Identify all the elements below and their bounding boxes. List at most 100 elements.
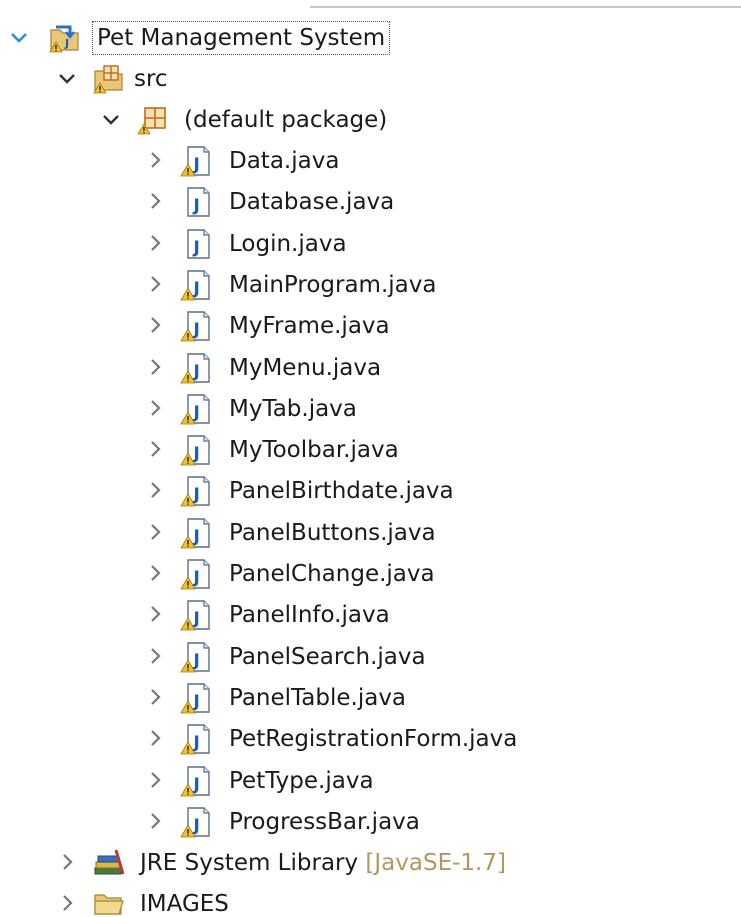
jre-version-decoration: [JavaSE-1.7]: [365, 850, 506, 876]
tree-row-java-file[interactable]: J MainProgram.java: [0, 265, 741, 306]
svg-text:J: J: [193, 816, 200, 836]
collapse-chevron-icon[interactable]: [144, 727, 166, 749]
java-file-label[interactable]: PanelTable.java: [229, 682, 406, 714]
java-file-warning-icon: J: [180, 722, 214, 756]
java-file-label[interactable]: MyToolbar.java: [229, 434, 399, 466]
collapse-chevron-icon[interactable]: [144, 521, 166, 543]
collapse-chevron-icon[interactable]: [144, 479, 166, 501]
tree-row-java-file[interactable]: J PetType.java: [0, 761, 741, 802]
package-explorer-tree: J Pet Management System src (default pac…: [0, 0, 741, 917]
java-file-label[interactable]: PetType.java: [229, 765, 374, 797]
collapse-chevron-icon[interactable]: [144, 769, 166, 791]
java-file-warning-icon: J: [180, 268, 214, 302]
svg-text:J: J: [193, 444, 200, 464]
expand-chevron-icon[interactable]: [100, 108, 122, 130]
collapse-chevron-icon[interactable]: [56, 892, 78, 914]
svg-text:J: J: [193, 527, 200, 547]
expand-chevron-icon[interactable]: [56, 67, 78, 89]
tree-row-java-file[interactable]: J Data.java: [0, 141, 741, 182]
svg-text:J: J: [193, 485, 200, 505]
collapse-chevron-icon[interactable]: [144, 810, 166, 832]
java-file-warning-icon: J: [180, 681, 214, 715]
src-label[interactable]: src: [134, 63, 168, 95]
svg-text:J: J: [193, 568, 200, 588]
tree-row-java-file[interactable]: J MyMenu.java: [0, 348, 741, 389]
svg-text:J: J: [193, 238, 200, 258]
tree-row-java-file[interactable]: J Database.java: [0, 182, 741, 223]
java-file-icon: J: [180, 185, 214, 219]
svg-text:J: J: [193, 609, 200, 629]
java-file-warning-icon: J: [180, 516, 214, 550]
collapse-chevron-icon[interactable]: [144, 356, 166, 378]
tree-row-src[interactable]: src: [0, 59, 741, 100]
java-file-warning-icon: J: [180, 474, 214, 508]
java-file-warning-icon: J: [180, 764, 214, 798]
project-label[interactable]: Pet Management System: [92, 21, 391, 55]
tree-row-java-file[interactable]: J PanelChange.java: [0, 554, 741, 595]
tree-row-jre-library[interactable]: JRE System Library [JavaSE-1.7]: [0, 843, 741, 884]
svg-text:J: J: [193, 692, 200, 712]
collapse-chevron-icon[interactable]: [144, 314, 166, 336]
tree-row-java-file[interactable]: J PetRegistrationForm.java: [0, 719, 741, 760]
java-file-label[interactable]: MainProgram.java: [229, 269, 436, 301]
tree-row-project[interactable]: J Pet Management System: [0, 18, 741, 59]
collapse-chevron-icon[interactable]: [144, 438, 166, 460]
java-file-label[interactable]: PanelChange.java: [229, 558, 435, 590]
collapse-chevron-icon[interactable]: [144, 190, 166, 212]
collapse-chevron-icon[interactable]: [144, 603, 166, 625]
java-file-label[interactable]: MyTab.java: [229, 393, 357, 425]
tree-row-java-file[interactable]: J MyTab.java: [0, 389, 741, 430]
java-file-label[interactable]: PanelSearch.java: [229, 641, 426, 673]
collapse-chevron-icon[interactable]: [144, 149, 166, 171]
collapse-chevron-icon[interactable]: [144, 273, 166, 295]
default-package-label[interactable]: (default package): [184, 104, 387, 136]
java-file-label[interactable]: Login.java: [229, 228, 347, 260]
tree-row-java-file[interactable]: J PanelSearch.java: [0, 637, 741, 678]
tree-row-java-file[interactable]: J PanelInfo.java: [0, 595, 741, 636]
java-file-warning-icon: J: [180, 598, 214, 632]
java-file-label[interactable]: PanelBirthdate.java: [229, 475, 454, 507]
tree-row-java-file[interactable]: J PanelButtons.java: [0, 513, 741, 554]
svg-text:J: J: [193, 196, 200, 216]
collapse-chevron-icon[interactable]: [144, 645, 166, 667]
java-file-label[interactable]: PanelButtons.java: [229, 517, 436, 549]
svg-text:J: J: [193, 403, 200, 423]
collapse-chevron-icon[interactable]: [56, 851, 78, 873]
java-file-label[interactable]: PanelInfo.java: [229, 599, 390, 631]
source-folder-icon: [92, 62, 126, 96]
tree-row-java-file[interactable]: J Login.java: [0, 224, 741, 265]
tree-row-java-file[interactable]: J MyFrame.java: [0, 306, 741, 347]
tree-row-java-file[interactable]: J ProgressBar.java: [0, 802, 741, 843]
java-file-label[interactable]: ProgressBar.java: [229, 806, 420, 838]
java-file-icon: J: [180, 227, 214, 261]
svg-text:J: J: [193, 775, 200, 795]
java-file-warning-icon: J: [180, 805, 214, 839]
java-file-label[interactable]: Data.java: [229, 145, 339, 177]
expand-chevron-icon[interactable]: [8, 26, 30, 48]
tree-row-java-file[interactable]: J PanelBirthdate.java: [0, 471, 741, 512]
svg-text:J: J: [193, 733, 200, 753]
tree-row-java-file[interactable]: J MyToolbar.java: [0, 430, 741, 471]
tree-row-images[interactable]: IMAGES: [0, 884, 741, 917]
java-file-warning-icon: J: [180, 351, 214, 385]
collapse-chevron-icon[interactable]: [144, 397, 166, 419]
java-file-label[interactable]: PetRegistrationForm.java: [229, 723, 517, 755]
java-file-label[interactable]: MyMenu.java: [229, 352, 381, 384]
package-icon: [136, 103, 170, 137]
collapse-chevron-icon[interactable]: [144, 562, 166, 584]
java-file-warning-icon: J: [180, 557, 214, 591]
java-file-warning-icon: J: [180, 144, 214, 178]
svg-text:J: J: [193, 320, 200, 340]
jre-library-label[interactable]: JRE System Library [JavaSE-1.7]: [140, 847, 506, 879]
java-file-label[interactable]: MyFrame.java: [229, 310, 390, 342]
svg-text:J: J: [193, 155, 200, 175]
java-file-label[interactable]: Database.java: [229, 186, 394, 218]
tree-row-java-file[interactable]: J PanelTable.java: [0, 678, 741, 719]
collapse-chevron-icon[interactable]: [144, 232, 166, 254]
collapse-chevron-icon[interactable]: [144, 686, 166, 708]
java-file-warning-icon: J: [180, 392, 214, 426]
svg-text:J: J: [193, 651, 200, 671]
svg-text:J: J: [193, 279, 200, 299]
tree-row-default-package[interactable]: (default package): [0, 100, 741, 141]
images-folder-label[interactable]: IMAGES: [140, 888, 229, 917]
